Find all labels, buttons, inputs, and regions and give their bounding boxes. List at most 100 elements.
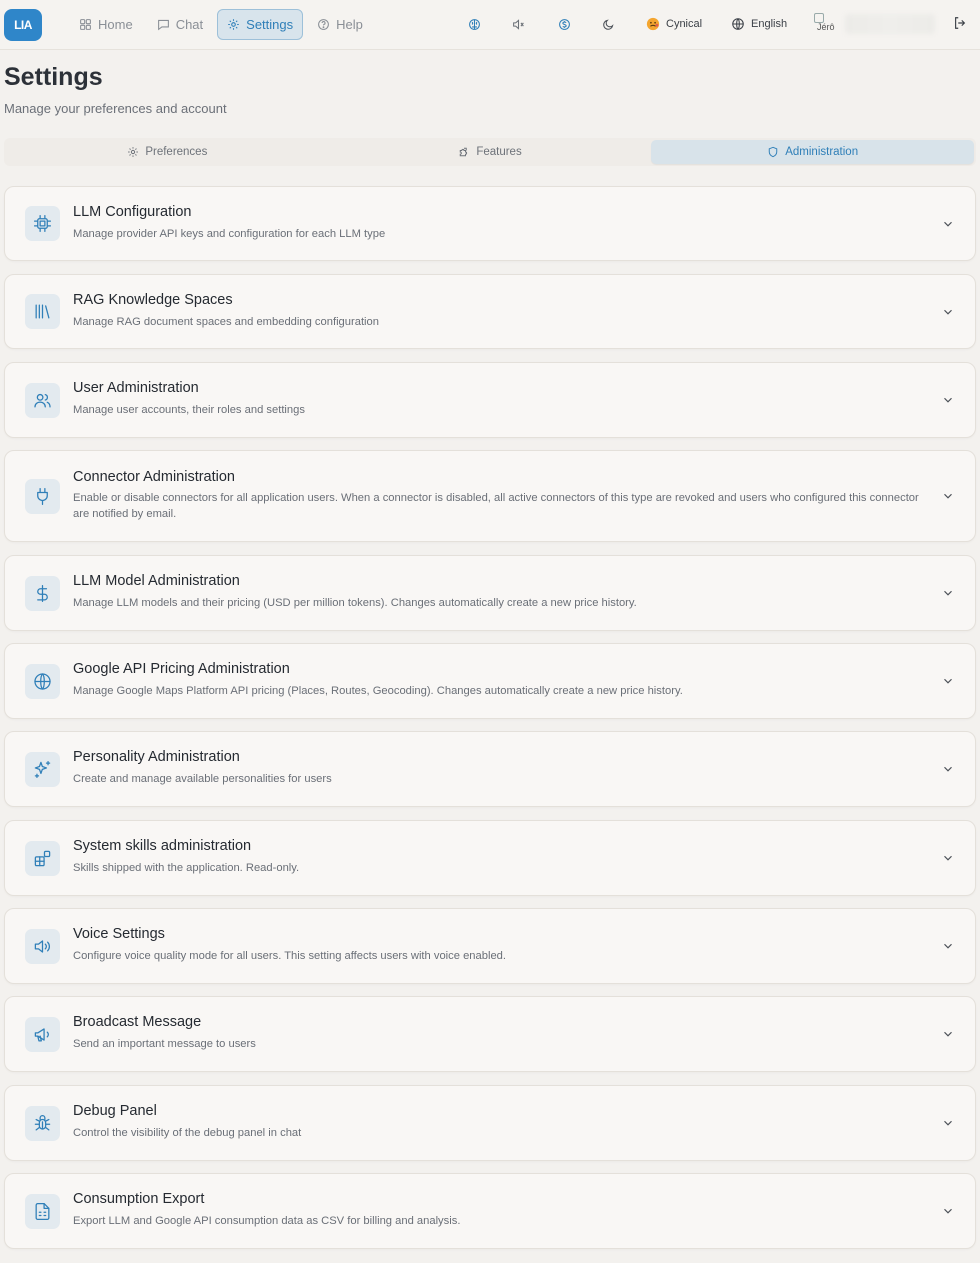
brain-toggle[interactable]: [467, 17, 481, 31]
language-selector[interactable]: English: [731, 13, 787, 35]
cpu-icon: [33, 214, 52, 233]
section-icon: [25, 383, 60, 418]
username-blurred: [845, 14, 935, 34]
section-title: Personality Administration: [73, 749, 240, 765]
section-description: Manage LLM models and their pricing (USD…: [73, 597, 637, 609]
chevron-down-icon[interactable]: [941, 217, 955, 231]
admin-section-9[interactable]: Voice Settings Configure voice quality m…: [4, 908, 976, 984]
section-title: Debug Panel: [73, 1103, 157, 1119]
section-description: Export LLM and Google API consumption da…: [73, 1215, 461, 1227]
section-icon: [25, 1194, 60, 1229]
chevron-down-icon[interactable]: [941, 674, 955, 688]
user-avatar[interactable]: Jérô: [813, 12, 839, 38]
help-icon: [318, 19, 330, 30]
section-title: LLM Configuration: [73, 204, 192, 220]
avatar-alt-text: Jérô: [817, 22, 835, 32]
chevron-down-icon[interactable]: [941, 1027, 955, 1041]
nav-chat[interactable]: Chat: [147, 9, 213, 40]
brain-icon: [468, 18, 480, 30]
chevron-down-icon[interactable]: [941, 851, 955, 865]
section-title: RAG Knowledge Spaces: [73, 292, 233, 308]
logout-button[interactable]: [953, 16, 969, 32]
globe-icon: [732, 18, 744, 30]
section-title: LLM Model Administration: [73, 573, 240, 589]
tab-administration[interactable]: Administration: [651, 140, 975, 164]
admin-section-8[interactable]: System skills administration Skills ship…: [4, 820, 976, 896]
nav-settings-label: Settings: [246, 17, 294, 32]
chevron-down-icon[interactable]: [941, 305, 955, 319]
section-icon: [25, 841, 60, 876]
section-title: System skills administration: [73, 838, 252, 854]
logout-icon: [955, 17, 966, 29]
section-icon: [25, 664, 60, 699]
section-title: Voice Settings: [73, 926, 165, 942]
nav-home[interactable]: Home: [69, 9, 143, 40]
file-sheet-icon: [35, 1202, 50, 1221]
moon-icon: [602, 19, 613, 30]
section-icon: [25, 752, 60, 787]
gear-icon: [228, 19, 239, 30]
shield-icon: [768, 146, 778, 158]
chevron-down-icon[interactable]: [941, 586, 955, 600]
section-description: Manage user accounts, their roles and se…: [73, 404, 305, 416]
chevron-down-icon[interactable]: [941, 762, 955, 776]
admin-section-7[interactable]: Personality Administration Create and ma…: [4, 731, 976, 807]
section-description: Send an important message to users: [73, 1038, 256, 1050]
personality-selector[interactable]: Cynical: [646, 13, 702, 35]
section-title: Broadcast Message: [73, 1014, 202, 1030]
section-description: Configure voice quality mode for all use…: [73, 950, 507, 962]
section-icon: [25, 576, 60, 611]
admin-section-3[interactable]: User Administration Manage user accounts…: [4, 362, 976, 438]
language-label: English: [751, 18, 788, 30]
chevron-down-icon[interactable]: [941, 489, 955, 503]
section-description: Manage Google Maps Platform API pricing …: [73, 685, 683, 697]
admin-section-5[interactable]: LLM Model Administration Manage LLM mode…: [4, 555, 976, 631]
mute-toggle[interactable]: [511, 17, 525, 31]
admin-section-4[interactable]: Connector Administration Enable or disab…: [4, 450, 976, 542]
admin-section-1[interactable]: LLM Configuration Manage provider API ke…: [4, 186, 976, 261]
library-icon: [35, 304, 50, 319]
globe-icon: [34, 673, 51, 690]
section-title: Google API Pricing Administration: [73, 661, 290, 677]
admin-section-11[interactable]: Debug Panel Control the visibility of th…: [4, 1085, 976, 1161]
dollar-icon: [37, 584, 48, 603]
cost-toggle[interactable]: [557, 17, 571, 31]
volume-mute-icon: [512, 18, 524, 30]
tab-features-label: Features: [476, 146, 522, 158]
puzzle-icon: [460, 147, 468, 157]
admin-section-12[interactable]: Consumption Export Export LLM and Google…: [4, 1173, 976, 1249]
section-icon: [25, 479, 60, 514]
admin-section-6[interactable]: Google API Pricing Administration Manage…: [4, 643, 976, 719]
nav-help[interactable]: Help: [307, 9, 373, 40]
section-title: Consumption Export: [73, 1191, 205, 1207]
tab-preferences-label: Preferences: [145, 146, 208, 158]
sparkles-icon: [34, 760, 51, 779]
top-bar: LIA Home Chat Settings Help Cynical Engl…: [0, 0, 980, 50]
nav-home-label: Home: [98, 17, 133, 32]
section-icon: [25, 294, 60, 329]
chevron-down-icon[interactable]: [941, 1116, 955, 1130]
page-subtitle: Manage your preferences and account: [4, 101, 227, 116]
chevron-down-icon[interactable]: [941, 1204, 955, 1218]
theme-toggle[interactable]: [601, 17, 615, 31]
app-logo[interactable]: LIA: [4, 9, 42, 41]
blocks-icon: [34, 850, 51, 867]
section-icon: [25, 206, 60, 241]
section-icon: [25, 1106, 60, 1141]
admin-section-10[interactable]: Broadcast Message Send an important mess…: [4, 996, 976, 1072]
nav-settings[interactable]: Settings: [217, 9, 304, 40]
gear-icon: [128, 147, 139, 157]
users-icon: [34, 393, 51, 408]
section-icon: [25, 929, 60, 964]
section-description: Manage provider API keys and configurati…: [73, 228, 386, 240]
page-title: Settings: [4, 63, 103, 91]
chevron-down-icon[interactable]: [941, 393, 955, 407]
bug-icon: [34, 1114, 51, 1131]
admin-section-2[interactable]: RAG Knowledge Spaces Manage RAG document…: [4, 274, 976, 349]
tab-features[interactable]: Features: [329, 140, 652, 164]
emoji-face-icon: [646, 17, 660, 31]
tab-preferences[interactable]: Preferences: [6, 140, 329, 164]
nav-chat-label: Chat: [175, 17, 204, 32]
section-title: User Administration: [73, 380, 199, 396]
chevron-down-icon[interactable]: [941, 939, 955, 953]
